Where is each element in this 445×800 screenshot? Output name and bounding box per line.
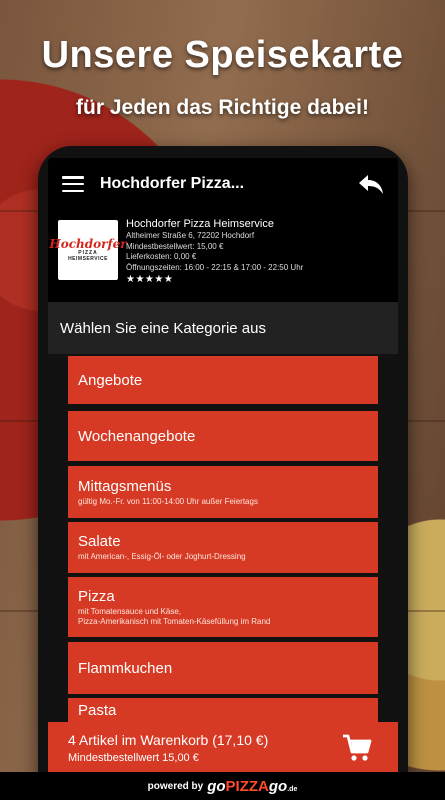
category-title: Mittagsmenüs [78,477,172,495]
cart-bar[interactable]: 4 Artikel im Warenkorb (17,10 €) Mindest… [48,722,398,772]
category-description: gültig Mo.-Fr. von 11:00-14:00 Uhr außer… [78,496,258,506]
restaurant-address: Altheimer Straße 6, 72202 Hochdorf [126,231,255,240]
promo-subline: für Jeden das Richtige dabei! [76,96,369,119]
restaurant-min-order: Mindestbestellwert: 15,00 € [126,241,224,251]
footer-brand-logo: goPIZZAgo.de [207,778,297,795]
footer-bar: powered by goPIZZAgo.de [0,772,445,800]
category-title: Pasta [78,702,117,719]
category-description: mit Tomatensauce und Käse, Pizza-Amerika… [78,606,271,626]
category-item-angebote[interactable]: Angebote [68,356,378,404]
category-item-mittagsmenues[interactable]: Mittagsmenüs gültig Mo.-Fr. von 11:00-14… [68,466,378,518]
category-title: Angebote [78,371,143,389]
restaurant-details: Hochdorfer Pizza Heimservice Altheimer S… [126,218,303,294]
logo-subtext: HEIMSERVICE [68,256,108,262]
category-header: Wählen Sie eine Kategorie aus [48,302,398,354]
hamburger-menu-icon[interactable] [62,176,84,192]
brand-pizza: PIZZA [225,777,269,795]
restaurant-delivery-cost: Lieferkosten: 0,00 € [126,252,197,261]
category-item-pizza[interactable]: Pizza mit Tomatensauce und Käse, Pizza-A… [68,577,378,637]
category-item-salate[interactable]: Salate mit American-, Essig-Öl- oder Jog… [68,522,378,573]
category-title: Wochenangebote [78,427,196,445]
app-bar: Hochdorfer Pizza... [48,158,398,210]
reply-arrow-icon[interactable] [358,173,384,195]
category-title: Pizza [78,587,115,605]
restaurant-name: Hochdorfer Pizza Heimservice [126,218,274,230]
category-item-wochenangebote[interactable]: Wochenangebote [68,411,378,461]
shopping-cart-icon[interactable] [342,734,372,762]
promo-headline: Unsere Speisekarte [41,34,404,76]
cart-min-order: Mindestbestellwert 15,00 € [68,752,199,764]
category-title: Salate [78,533,121,550]
restaurant-info: Hochdorfer PIZZA HEIMSERVICE Hochdorfer … [48,210,398,302]
app-screen: Hochdorfer Pizza... Hochdorfer PIZZA HEI… [48,158,398,770]
cart-summary: 4 Artikel im Warenkorb (17,10 €) [68,732,269,748]
restaurant-logo: Hochdorfer PIZZA HEIMSERVICE [49,220,127,280]
logo-text: Hochdorfer [49,237,127,251]
restaurant-hours: Öffnungszeiten: 16:00 - 22:15 & 17:00 - … [126,262,304,272]
category-item-flammkuchen[interactable]: Flammkuchen [68,642,378,694]
footer-powered-by: powered by [147,780,204,792]
category-list: Angebote Wochenangebote Mittagsmenüs gül… [48,354,398,770]
category-description: mit American-, Essig-Öl- oder Joghurt-Dr… [78,552,246,561]
brand-tld: .de [287,785,298,793]
category-title: Flammkuchen [78,659,173,677]
rating-stars: ★★★★★ [126,274,174,285]
brand-go: go [268,777,288,795]
brand-go: go [207,777,226,795]
app-bar-title: Hochdorfer Pizza... [100,175,245,192]
